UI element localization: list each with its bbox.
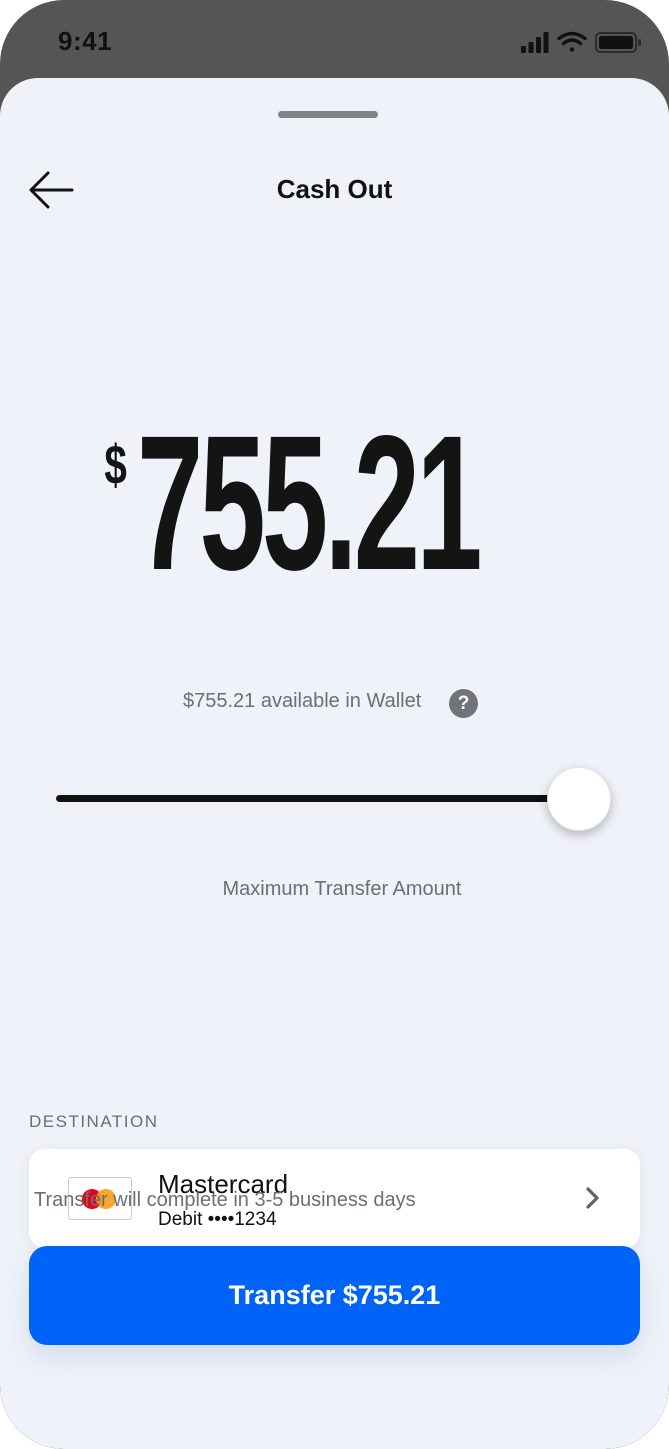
transfer-amount: $755.21 [0,395,669,610]
wallet-available-text: $755.21 available in Wallet [183,690,422,712]
slider-track[interactable] [56,795,566,802]
cellular-signal-icon [521,32,549,53]
card-detail: Debit ••••1234 [158,1209,277,1230]
amount-value: 755.21 [137,395,482,610]
chevron-right-icon [586,1187,599,1209]
wifi-icon [557,31,587,52]
battery-icon [595,32,641,53]
destination-label: DESTINATION [29,1112,159,1131]
help-icon[interactable]: ? [449,689,478,718]
page-title: Cash Out [276,174,393,204]
status-icons [521,31,641,53]
status-time: 9:41 [58,26,113,56]
transfer-button[interactable]: Transfer $755.21 [29,1246,640,1345]
amount-slider[interactable] [56,764,616,834]
sheet-grabber[interactable] [278,111,378,118]
slider-caption: Maximum Transfer Amount [222,878,462,900]
currency-symbol: $ [104,433,128,496]
status-bar: 9:41 [0,0,669,80]
transfer-note: Transfer will complete in 3-5 business d… [34,1189,416,1211]
cash-out-sheet: Cash Out $755.21 $755.21 available in Wa… [0,78,669,1449]
slider-thumb[interactable] [547,767,611,831]
phone-frame: 9:41 Cash Out $755.21 $755.21 available … [0,0,669,1449]
